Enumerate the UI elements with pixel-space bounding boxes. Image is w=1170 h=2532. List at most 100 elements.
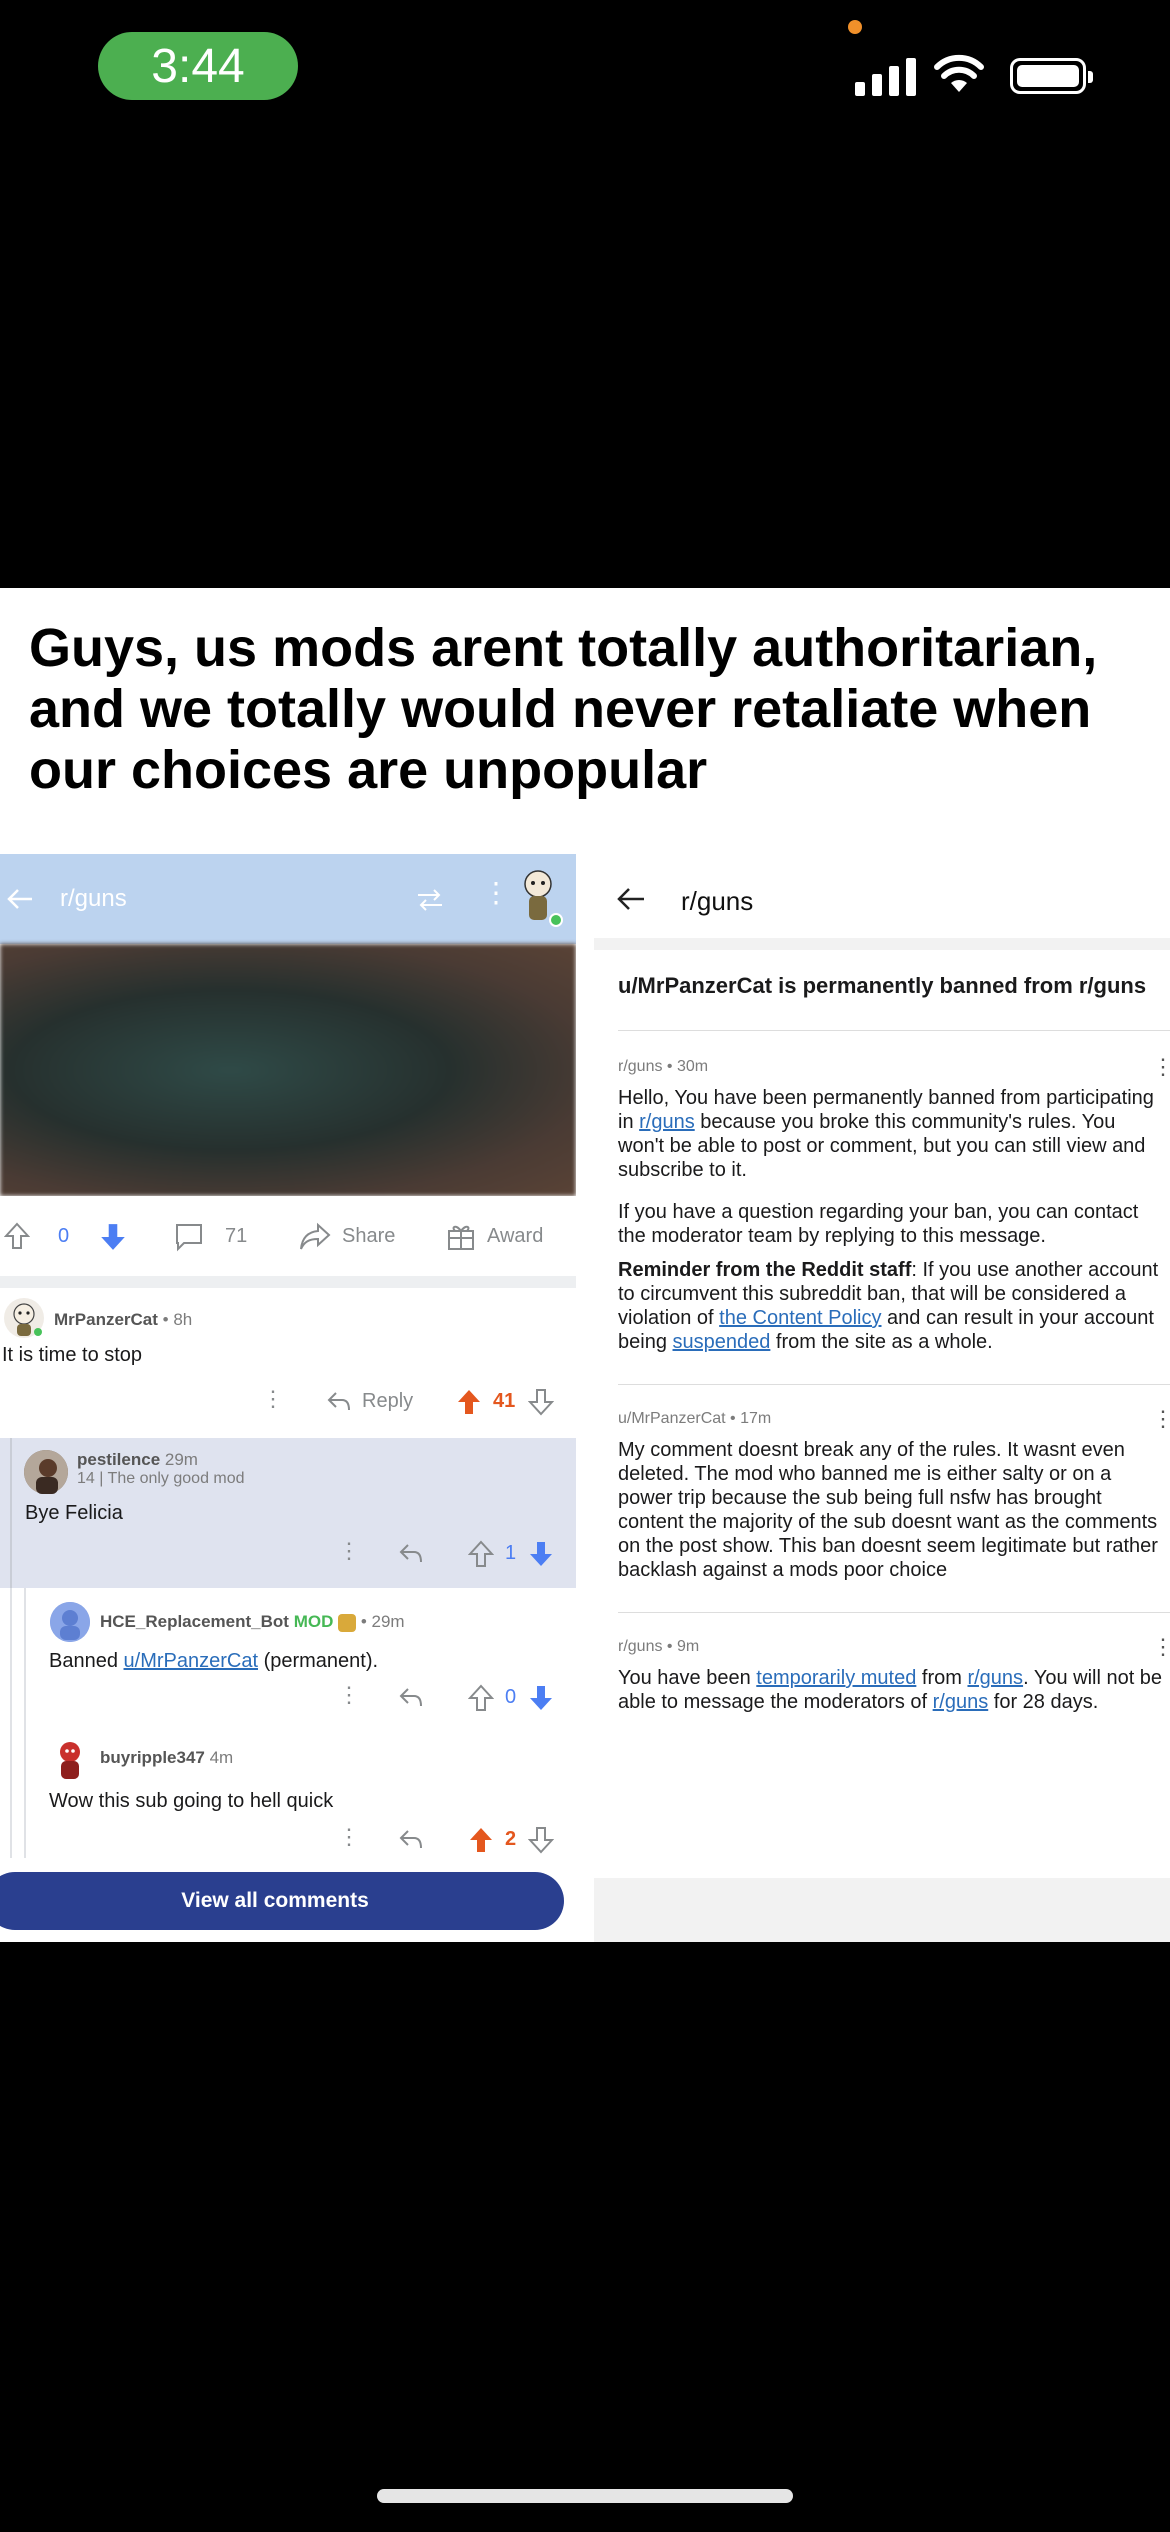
message-meta: u/MrPanzerCat • 17m bbox=[618, 1410, 772, 1427]
message-text: for 28 days. bbox=[988, 1691, 1099, 1713]
suspended-link[interactable]: suspended bbox=[673, 1331, 771, 1353]
commenter-avatar[interactable] bbox=[4, 1298, 44, 1338]
reply-icon[interactable] bbox=[326, 1390, 352, 1412]
downvote-icon-active[interactable] bbox=[528, 1684, 554, 1712]
back-arrow-icon[interactable] bbox=[616, 886, 646, 912]
subreddit-link[interactable]: r/guns bbox=[933, 1691, 989, 1713]
comment-pestilence: pestilence 29m 14 | The only good mod By… bbox=[0, 1438, 576, 1588]
message-text: because you broke this community's rules… bbox=[618, 1111, 1146, 1181]
status-time: 3:44 bbox=[98, 32, 298, 100]
commenter-avatar[interactable] bbox=[50, 1738, 90, 1782]
comment-score: 2 bbox=[505, 1828, 517, 1850]
upvote-icon-active[interactable] bbox=[456, 1388, 482, 1416]
comment-author[interactable]: HCE_Replacement_Bot bbox=[100, 1612, 289, 1631]
reply-button[interactable]: Reply bbox=[362, 1390, 413, 1413]
meme-caption: Guys, us mods arent totally authoritaria… bbox=[29, 618, 1098, 800]
comment-hce-replacement-bot: HCE_Replacement_Bot MOD • 29m Banned u/M… bbox=[0, 1588, 576, 1728]
comment-buyripple347: buyripple347 4m Wow this sub going to he… bbox=[0, 1728, 576, 1858]
more-options-icon[interactable]: ⋮ bbox=[262, 1386, 284, 1412]
signal-icon bbox=[855, 56, 916, 96]
modmail-header: r/guns bbox=[594, 854, 1170, 938]
divider bbox=[618, 1030, 1170, 1031]
upvote-icon[interactable] bbox=[468, 1684, 494, 1712]
thread-line bbox=[10, 1438, 12, 1588]
shield-emoji-icon bbox=[338, 1613, 357, 1632]
divider bbox=[0, 1276, 576, 1288]
upvote-icon-active[interactable] bbox=[468, 1826, 494, 1854]
award-icon[interactable] bbox=[446, 1222, 476, 1252]
comment-author[interactable]: pestilence bbox=[77, 1450, 160, 1469]
downvote-icon[interactable] bbox=[528, 1388, 554, 1416]
comment-mrpanzercat: MrPanzerCat • 8h It is time to stop ⋮ Re… bbox=[0, 1288, 576, 1438]
thread-line bbox=[10, 1728, 12, 1858]
comment-text: (permanent). bbox=[258, 1650, 379, 1672]
temporarily-muted-link[interactable]: temporarily muted bbox=[756, 1667, 916, 1689]
message-paragraph: Reminder from the Reddit staff: If you u… bbox=[618, 1258, 1163, 1354]
message-meta: r/guns • 30m bbox=[618, 1058, 709, 1075]
message-text: My comment doesnt break any of the rules… bbox=[618, 1439, 1158, 1581]
back-arrow-icon[interactable] bbox=[6, 887, 34, 911]
award-button[interactable]: Award bbox=[487, 1225, 543, 1248]
comment-body: It is time to stop bbox=[2, 1344, 143, 1366]
downvote-icon[interactable] bbox=[98, 1222, 128, 1252]
upvote-icon[interactable] bbox=[4, 1222, 30, 1250]
message-text: from the site as a whole. bbox=[770, 1331, 993, 1353]
downvote-icon-active[interactable] bbox=[528, 1540, 554, 1568]
comment-body: Wow this sub going to hell quick bbox=[49, 1790, 334, 1812]
reply-icon[interactable] bbox=[398, 1542, 424, 1564]
mod-badge: MOD bbox=[293, 1612, 334, 1631]
subreddit-title: r/guns bbox=[60, 885, 127, 912]
comment-time: 29m bbox=[160, 1450, 198, 1469]
meme-image: Guys, us mods arent totally authoritaria… bbox=[0, 588, 1170, 1942]
upvote-icon[interactable] bbox=[468, 1540, 494, 1568]
share-button[interactable]: Share bbox=[342, 1225, 395, 1248]
conversation-body: u/MrPanzerCat is permanently banned from… bbox=[594, 950, 1170, 1878]
downvote-icon[interactable] bbox=[528, 1826, 554, 1854]
modmail-screenshot: r/guns u/MrPanzerCat is permanently bann… bbox=[594, 854, 1170, 1942]
message-meta: r/guns • 9m bbox=[618, 1638, 700, 1655]
subreddit-link[interactable]: r/guns bbox=[639, 1111, 695, 1133]
reply-icon[interactable] bbox=[398, 1686, 424, 1708]
reddit-post-screenshot: r/guns ⋮ 0 71 Share Award MrPanzerCat • … bbox=[0, 854, 576, 1942]
message-options-icon[interactable]: ⋮ bbox=[1152, 1634, 1170, 1660]
battery-icon bbox=[1010, 58, 1093, 94]
comment-score: 1 bbox=[505, 1542, 517, 1564]
comment-score: 0 bbox=[505, 1686, 517, 1708]
reply-icon[interactable] bbox=[398, 1828, 424, 1850]
bot-avatar[interactable] bbox=[50, 1602, 90, 1642]
divider bbox=[618, 1384, 1170, 1385]
post-action-bar: 0 71 Share Award bbox=[0, 1196, 576, 1276]
view-all-comments-button[interactable]: View all comments bbox=[0, 1872, 564, 1930]
more-options-icon[interactable]: ⋮ bbox=[338, 1682, 360, 1708]
share-icon[interactable] bbox=[298, 1222, 332, 1252]
privacy-indicator bbox=[848, 20, 862, 34]
message-options-icon[interactable]: ⋮ bbox=[1152, 1406, 1170, 1432]
overflow-menu-icon[interactable]: ⋮ bbox=[482, 876, 510, 909]
content-policy-link[interactable]: the Content Policy bbox=[719, 1307, 881, 1329]
subreddit-link[interactable]: r/guns bbox=[967, 1667, 1023, 1689]
more-options-icon[interactable]: ⋮ bbox=[338, 1538, 360, 1564]
home-indicator[interactable] bbox=[377, 2489, 793, 2503]
comment-text: Banned bbox=[49, 1650, 124, 1672]
user-link[interactable]: u/MrPanzerCat bbox=[124, 1650, 259, 1672]
comment-score: 41 bbox=[493, 1390, 516, 1412]
wifi-icon bbox=[934, 54, 984, 92]
commenter-avatar[interactable] bbox=[24, 1450, 68, 1494]
user-flair: 14 | The only good mod bbox=[77, 1470, 245, 1487]
more-options-icon[interactable]: ⋮ bbox=[338, 1824, 360, 1850]
thread-line bbox=[10, 1588, 12, 1728]
divider bbox=[618, 1612, 1170, 1613]
message-options-icon[interactable]: ⋮ bbox=[1152, 1054, 1170, 1080]
post-image-blurred[interactable] bbox=[0, 944, 576, 1196]
comment-count[interactable]: 71 bbox=[225, 1225, 247, 1248]
comment-author[interactable]: MrPanzerCat bbox=[54, 1310, 158, 1329]
modmail-title: r/guns bbox=[681, 886, 754, 916]
message-text: You have been bbox=[618, 1667, 757, 1689]
comment-icon[interactable] bbox=[174, 1222, 204, 1252]
message-paragraph: You have been temporarily muted from r/g… bbox=[618, 1666, 1163, 1714]
user-avatar[interactable] bbox=[512, 866, 564, 930]
comment-body: Bye Felicia bbox=[25, 1502, 123, 1524]
message-paragraph: If you have a question regarding your ba… bbox=[618, 1201, 1139, 1247]
sort-icon[interactable] bbox=[414, 886, 446, 914]
comment-author[interactable]: buyripple347 bbox=[100, 1748, 205, 1767]
